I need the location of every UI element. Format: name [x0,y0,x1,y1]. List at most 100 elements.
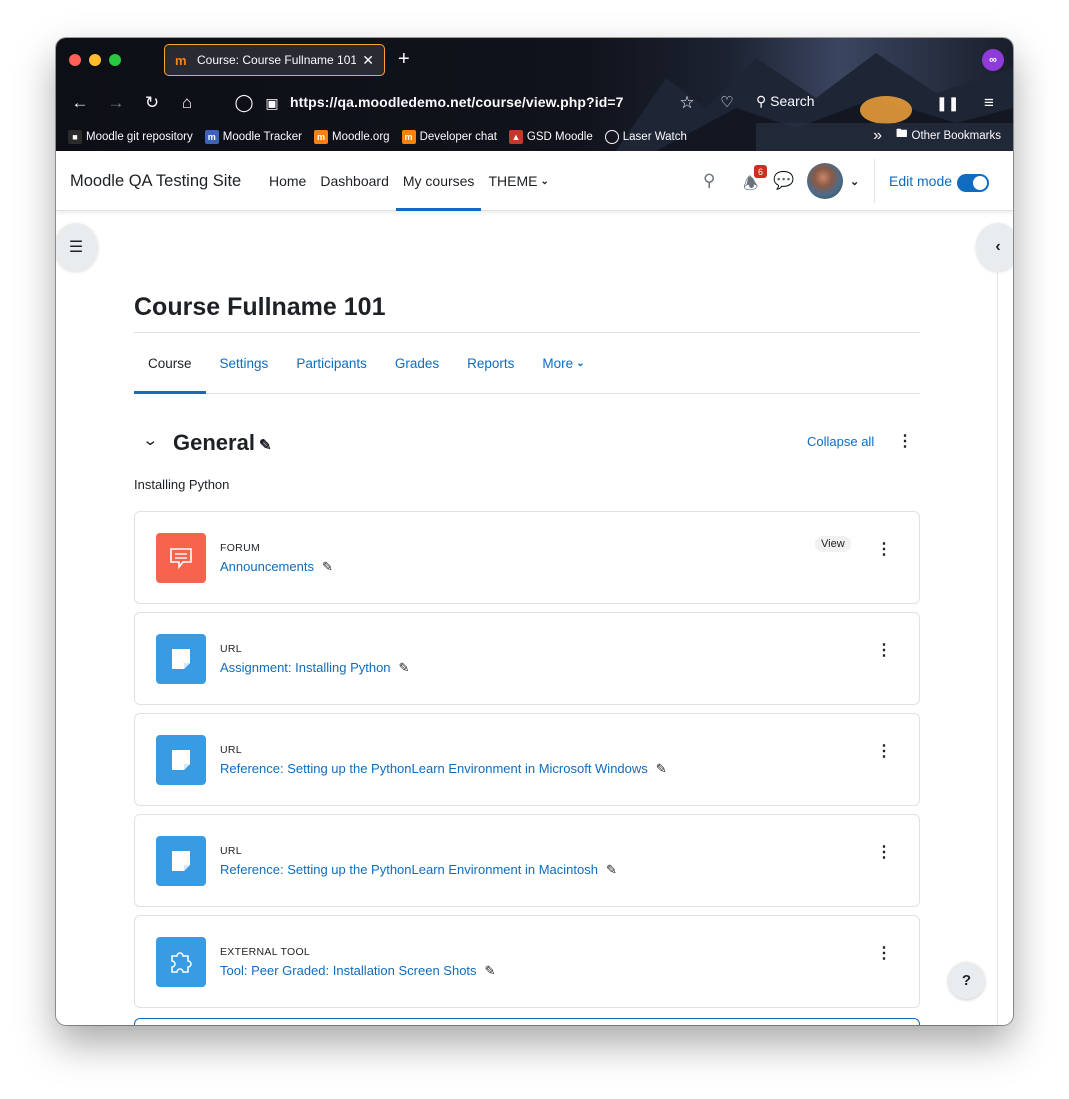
tab-more[interactable]: More ⌄ [528,333,598,393]
edit-mode-toggle[interactable] [957,174,989,192]
tab-settings[interactable]: Settings [206,333,283,393]
url-bar[interactable]: https://qa.moodledemo.net/course/view.ph… [290,94,624,110]
activity-actions-kebab-icon[interactable]: ⋮ [876,744,892,760]
activity-link[interactable]: Reference: Setting up the PythonLearn En… [220,761,667,777]
navigation-toolbar: ← → ↻ ⌂ ◯ ▣ https://qa.moodledemo.net/co… [56,88,1013,118]
activity-type: FORUM [220,542,260,554]
activity-type: URL [220,744,242,756]
edit-pencil-icon[interactable]: ✎ [322,559,333,575]
site-name[interactable]: Moodle QA Testing Site [70,172,241,191]
bookmarks-bar-right: » 🖿 Other Bookmarks [873,126,1001,145]
activity-link[interactable]: Announcements ✎ [220,559,333,575]
section-actions-kebab-icon[interactable]: ⋮ [897,434,913,450]
activity-link[interactable]: Tool: Peer Graded: Installation Screen S… [220,963,495,979]
bookmark-item[interactable]: Laser Watch [604,130,687,144]
private-browsing-mask-icon[interactable]: ∞ [982,49,1004,71]
bookmark-item[interactable]: m Moodle.org [314,130,390,144]
pocket-icon[interactable]: ♡ [716,93,738,113]
other-bookmarks[interactable]: 🖿 Other Bookmarks [896,126,1001,145]
url-icon[interactable] [156,836,206,886]
home-icon[interactable]: ⌂ [176,93,198,113]
edit-pencil-icon[interactable]: ✎ [606,862,617,878]
activity-actions-kebab-icon[interactable]: ⋮ [876,643,892,659]
search-field[interactable]: ⚲ Search [756,93,815,110]
forward-arrow-icon[interactable]: → [105,93,127,113]
nav-theme[interactable]: THEME ⌄ [481,151,555,211]
user-avatar[interactable] [807,163,843,199]
minimize-window-button[interactable] [89,54,101,66]
tab-course[interactable]: Course [134,333,206,394]
activity-actions-kebab-icon[interactable]: ⋮ [876,542,892,558]
course-index-drawer-button[interactable]: ☰ [56,223,98,271]
close-tab-icon[interactable]: ✕ [362,52,374,69]
new-tab-button[interactable]: + [398,49,410,69]
edit-pencil-icon[interactable]: ✎ [485,963,496,979]
forum-icon[interactable] [156,533,206,583]
bookmark-star-icon[interactable]: ☆ [676,93,698,113]
messages-icon[interactable]: 💬 [773,171,794,191]
activity-name: Assignment: Installing Python [220,660,391,675]
bookmark-item[interactable]: ▲ GSD Moodle [508,130,593,144]
shield-icon[interactable]: ◯ [233,93,255,113]
chevron-down-icon: ⌄ [576,357,585,369]
browser-chrome: m Course: Course Fullname 101 ✕ + ∞ ← → … [56,38,1013,151]
tab-participants[interactable]: Participants [282,333,381,393]
moodle-icon: m [314,130,329,144]
activity-card: URL Reference: Setting up the PythonLear… [134,814,920,907]
bookmark-item[interactable]: m Developer chat [401,130,497,144]
bookmark-item[interactable]: ■ Moodle git repository [68,130,193,144]
nav-dashboard[interactable]: Dashboard [313,151,396,211]
collapse-all-link[interactable]: Collapse all [807,434,874,449]
browser-tab[interactable]: m Course: Course Fullname 101 ✕ [164,44,385,76]
activity-link[interactable]: Reference: Setting up the PythonLearn En… [220,862,617,878]
notification-count-badge: 6 [754,165,767,178]
tab-title: Course: Course Fullname 101 [197,53,357,67]
bookmark-item[interactable]: m Moodle Tracker [204,130,303,144]
primary-navigation: Home Dashboard My courses THEME ⌄ [262,151,556,211]
url-icon[interactable] [156,735,206,785]
moodle-icon: m [401,130,416,144]
edit-pencil-icon[interactable]: ✎ [399,660,410,676]
zoom-window-button[interactable] [109,54,121,66]
view-button[interactable]: View [815,536,851,552]
edit-pencil-icon[interactable]: ✎ [259,436,272,454]
bookmark-label: Moodle Tracker [222,131,303,143]
tab-grades[interactable]: Grades [381,333,453,393]
lock-icon[interactable]: ▣ [261,93,283,113]
close-window-button[interactable] [69,54,81,66]
nav-home[interactable]: Home [262,151,313,211]
activity-name: Tool: Peer Graded: Installation Screen S… [220,963,477,978]
puzzle-icon[interactable] [156,937,206,987]
search-icon[interactable]: ⚲ [703,171,715,191]
activity-card-partial [134,1018,920,1025]
user-menu-chevron-icon[interactable]: ⌄ [850,175,859,188]
url-icon[interactable] [156,634,206,684]
edit-mode-label[interactable]: Edit mode [889,173,952,189]
activity-card: URL Assignment: Installing Python ✎ ⋮ [134,612,920,705]
course-secondary-navigation: Course Settings Participants Grades Repo… [134,333,920,394]
bookmarks-overflow-icon[interactable]: » [873,127,882,145]
activity-name: Reference: Setting up the PythonLearn En… [220,862,598,877]
reload-icon[interactable]: ↻ [141,93,163,113]
activity-card: EXTERNAL TOOL Tool: Peer Graded: Install… [134,915,920,1008]
nav-my-courses[interactable]: My courses [395,151,482,211]
activity-name: Announcements [220,559,314,574]
library-icon[interactable]: ❚❚ [936,93,959,113]
help-button[interactable]: ? [948,962,985,999]
chevron-down-icon: ⌄ [540,175,549,187]
activity-link[interactable]: Assignment: Installing Python ✎ [220,660,409,676]
edit-pencil-icon[interactable]: ✎ [656,761,667,777]
back-arrow-icon[interactable]: ← [69,93,91,113]
drawer-border [997,272,998,1025]
nav-theme-label: THEME [488,173,538,189]
activity-actions-kebab-icon[interactable]: ⋮ [876,946,892,962]
section-collapse-chevron-icon[interactable]: ⌄ [142,431,158,449]
tab-reports[interactable]: Reports [453,333,528,393]
section-summary: Installing Python [134,477,230,492]
activity-actions-kebab-icon[interactable]: ⋮ [876,845,892,861]
menu-icon[interactable]: ≡ [978,93,1000,113]
bookmark-label: GSD Moodle [526,131,593,143]
chevron-left-icon: ‹ [995,238,1001,255]
block-drawer-button[interactable]: ‹ [976,223,1013,271]
other-bookmarks-label: Other Bookmarks [911,129,1001,142]
